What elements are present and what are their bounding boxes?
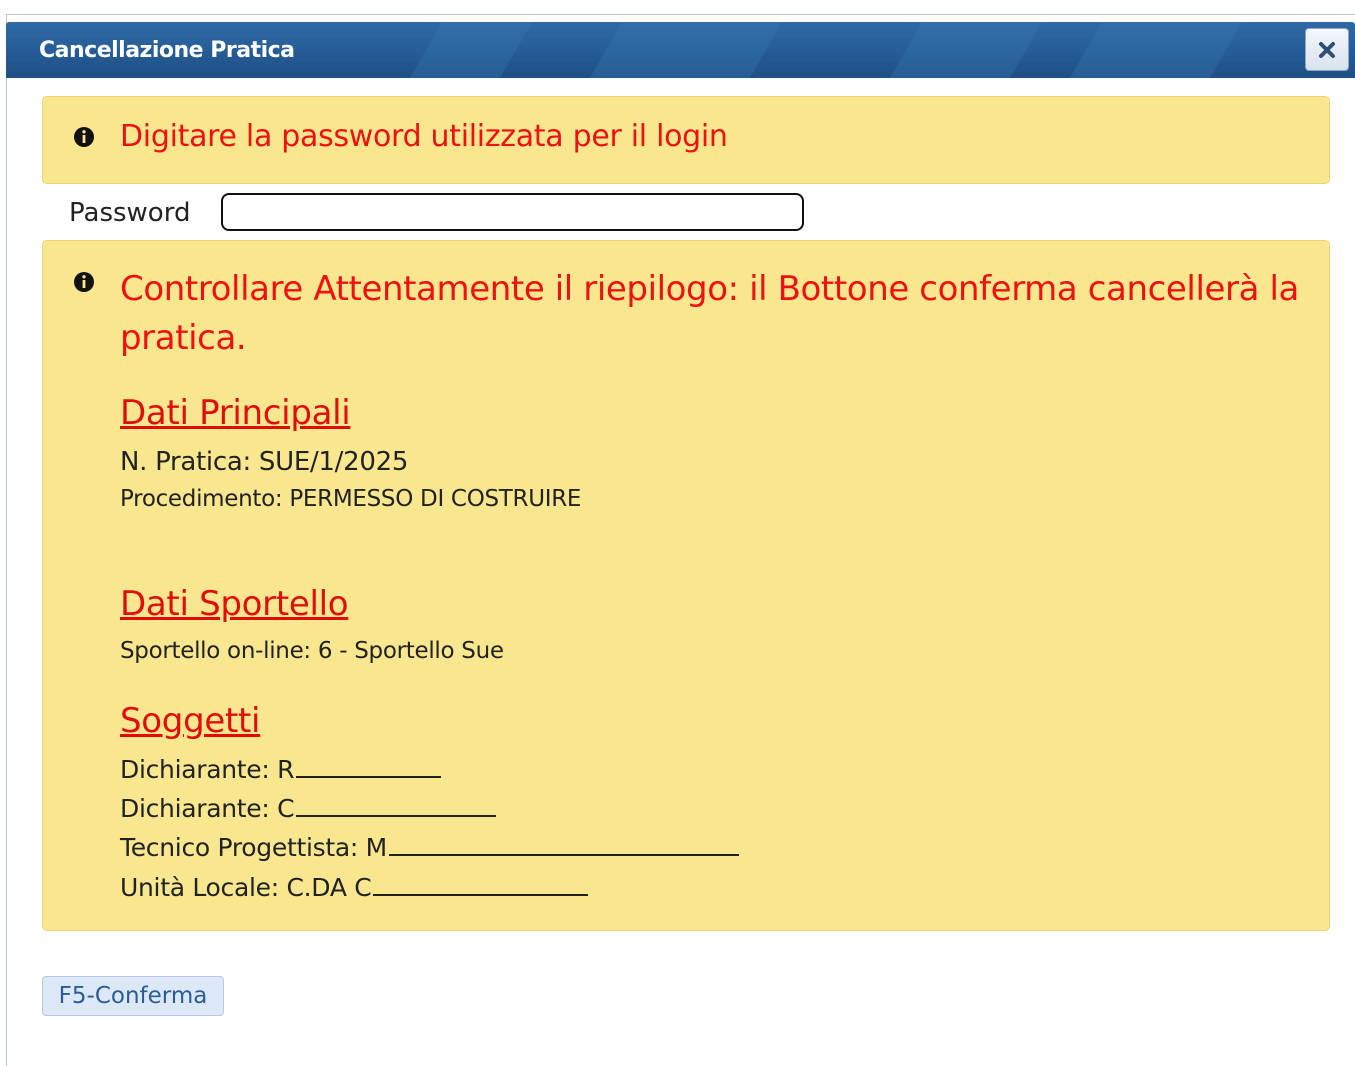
info-icon — [74, 272, 94, 292]
password-input[interactable] — [221, 193, 804, 231]
confirm-button[interactable]: F5-Conferma — [42, 976, 224, 1016]
close-icon — [1319, 41, 1335, 58]
login-alert-text: Digitare la password utilizzata per il l… — [120, 119, 728, 154]
dialog-title: Cancellazione Pratica — [39, 38, 295, 63]
sportello-online: Sportello on-line: 6 - Sportello Sue — [120, 638, 504, 664]
titlebar-decoration — [889, 22, 1043, 78]
section-title-soggetti: Soggetti — [120, 701, 261, 741]
dialog-titlebar[interactable]: Cancellazione Pratica — [6, 22, 1355, 78]
tecnico-progettista-row: Tecnico Progettista: M — [120, 833, 739, 862]
summary-warning: Controllare Attentamente il riepilogo: i… — [120, 269, 1299, 358]
redacted-mask — [373, 894, 589, 896]
procedimento: Procedimento: PERMESSO DI COSTRUIRE — [120, 486, 582, 512]
tecnico-progettista-text: Tecnico Progettista: M — [120, 833, 387, 862]
redacted-mask — [388, 854, 739, 856]
unita-locale-row: Unità Locale: C.DA C — [120, 873, 589, 902]
close-button[interactable] — [1305, 28, 1349, 71]
titlebar-decoration — [589, 22, 783, 78]
n-pratica: N. Pratica: SUE/1/2025 — [120, 447, 409, 477]
password-label: Password — [69, 198, 191, 228]
login-alert: Digitare la password utilizzata per il l… — [42, 96, 1330, 184]
section-title-dati-sportello: Dati Sportello — [120, 584, 349, 624]
dichiarante-row: Dichiarante: R — [120, 755, 442, 784]
summary-panel: Controllare Attentamente il riepilogo: i… — [42, 240, 1330, 931]
dichiarante-text: Dichiarante: C — [120, 794, 295, 823]
titlebar-decoration — [409, 22, 533, 78]
redacted-mask — [296, 815, 497, 817]
section-title-dati-principali: Dati Principali — [120, 393, 351, 433]
titlebar-decoration — [1069, 22, 1243, 78]
unita-locale-text: Unità Locale: C.DA C — [120, 873, 372, 902]
dichiarante-row: Dichiarante: C — [120, 794, 497, 823]
info-icon — [74, 127, 94, 147]
dichiarante-text: Dichiarante: R — [120, 755, 295, 784]
redacted-mask — [296, 776, 442, 778]
